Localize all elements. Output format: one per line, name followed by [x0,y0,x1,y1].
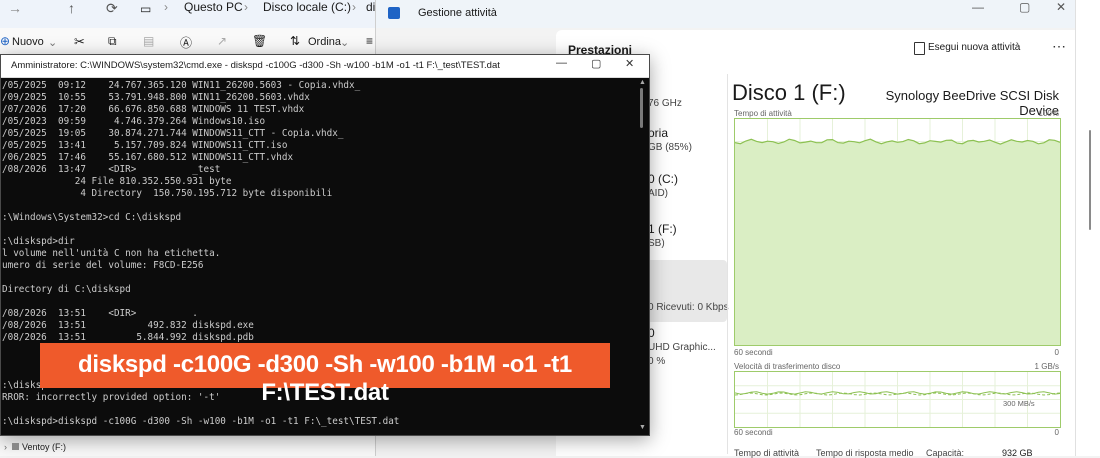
run-task-icon [914,42,925,55]
minimize-icon[interactable]: — [556,57,567,69]
perf-item-cpu-detail[interactable]: 76 GHz [648,98,682,109]
cmd-line: /05/2025 19:05 30.874.271.744 WINDOWS11_… [2,128,344,139]
transfer-graph-mid: 300 MB/s [1003,399,1035,408]
cmd-line: l volume nell'unità C non ha etichetta. [2,248,221,259]
transfer-graph-max: 1 GB/s [1034,362,1059,371]
command-banner: diskspd -c100G -d300 -Sh -w100 -b1M -o1 … [40,343,610,406]
perf-item-gpu-detail: UHD Graphic... [648,342,716,353]
new-button[interactable]: Nuovo [12,36,44,48]
stat-capacity-value: 932 GB [1002,448,1033,458]
task-manager-logo-icon [388,7,400,19]
breadcrumb-separator-icon: › [164,0,168,14]
cmd-line: /08/2026 13:51 492.832 diskspd.exe [2,320,254,331]
cmd-line: /08/2026 13:51 <DIR> . [2,308,198,319]
cmd-line: 24 File 810.352.550.931 byte [2,176,232,187]
perf-item-disk1-detail: SB) [648,238,665,249]
perf-item-memory-detail: GB (85%) [648,142,692,153]
perf-item-gpu-usage: 0 % [648,356,666,367]
breadcrumb-separator-icon: › [352,0,356,14]
cmd-line: :\Windows\System32>cd C:\diskspd [2,212,182,223]
run-new-task-button[interactable]: Esegui nuova attività [914,42,1021,55]
maximize-icon[interactable]: ▢ [591,57,601,70]
copy-icon[interactable]: ⧉ [108,34,117,49]
cmd-line: /05/2025 09:12 24.767.365.120 WIN11_2620… [2,80,361,91]
breadcrumb-item[interactable]: di [366,0,375,14]
cut-icon[interactable]: ✂ [74,34,85,50]
chevron-down-icon: ⌄ [48,37,58,49]
cmd-window-title: Amministratore: C:\WINDOWS\system32\cmd.… [11,60,500,71]
cmd-line: /06/2025 17:46 55.167.680.512 WINDOWS11_… [2,152,294,163]
transfer-graph: 300 MB/s [734,371,1061,428]
forward-arrow-icon[interactable]: → [8,0,22,16]
rename-icon[interactable]: Ⓐ [180,34,192,51]
sort-icon[interactable]: ⇅ [290,34,300,48]
cmd-line: /08/2026 13:47 <DIR> _test [2,164,221,175]
disk-title: Disco 1 (F:) [732,80,846,105]
scroll-down-icon[interactable]: ▼ [639,424,646,431]
breadcrumb-item[interactable]: Questo PC [184,0,243,14]
minimize-icon[interactable]: — [972,0,984,14]
cmd-titlebar: Amministratore: C:\WINDOWS\system32\cmd.… [1,55,649,78]
activity-graph-label: Tempo di attività [734,109,792,118]
paste-icon[interactable]: ▤ [143,34,154,48]
activity-graph-time-right: 0 [1054,348,1059,357]
activity-area [735,139,1060,345]
cmd-line: :\diskspd>dir [2,236,75,247]
window-title: Gestione attività [418,7,497,19]
right-scrollbar[interactable] [1075,0,1100,456]
share-icon[interactable]: ↗ [217,34,227,48]
view-icon[interactable]: ≡ [366,34,373,48]
refresh-icon[interactable]: ⟳ [106,0,118,17]
cmd-line: :\diskspd>diskspd -c100G -d300 -Sh -w100… [2,416,400,427]
cmd-line: 4 Directory 150.750.195.712 byte disponi… [2,188,333,199]
cmd-line: Directory di C:\diskspd [2,284,131,295]
transfer-graph-time-left: 60 secondi [734,428,773,437]
cmd-line: /07/2026 17:20 66.676.850.688 WINDOWS 11… [2,104,305,115]
perf-item-memory[interactable]: oria [648,126,668,140]
cmd-line: umero di serie del volume: F8CD-E256 [2,260,204,271]
perf-item-disk0[interactable]: 0 (C:) [648,172,678,186]
breadcrumb-item[interactable]: Disco locale (C:) [263,0,351,14]
drive-icon [12,443,19,450]
activity-graph [734,118,1061,346]
command-banner-text: diskspd -c100G -d300 -Sh -w100 -b1M -o1 … [78,351,572,406]
new-icon[interactable]: ⊕ [0,34,10,48]
more-options-icon[interactable]: ⋯ [1052,38,1066,55]
monitor-icon: ▭ [140,2,152,16]
cmd-line: /09/2025 10:55 53.791.948.800 WIN11_2620… [2,92,310,103]
ventoy-drive-label: Ventoy (F:) [22,442,67,452]
close-icon[interactable]: ✕ [1056,0,1066,14]
cmd-scrollbar[interactable]: ▲ ▼ [637,78,648,434]
explorer-sidebar-ventoy[interactable]: › Ventoy (F:) [0,440,200,456]
cmd-line: /05/2023 09:59 4.746.379.264 Windows10.i… [2,116,266,127]
close-icon[interactable]: ✕ [625,57,634,70]
panel-divider [727,74,728,454]
cmd-scrollbar-thumb[interactable] [640,88,643,128]
chevron-down-icon: ⌄ [340,37,350,49]
stat-capacity-label: Capacità: [926,448,965,458]
stat-activity-label: Tempo di attività [734,448,800,458]
up-arrow-icon[interactable]: ↑ [68,0,75,16]
perf-item-network-detail[interactable]: 0 Ricevuti: 0 Kbps [648,302,729,313]
breadcrumb-separator-icon: › [244,0,248,14]
activity-graph-time-left: 60 secondi [734,348,773,357]
maximize-icon[interactable]: ▢ [1019,0,1030,14]
activity-graph-max: 100% [1038,109,1059,118]
explorer-address-bar[interactable]: → ↑ ⟳ ▭ › Questo PC › Disco locale (C:) … [0,0,380,28]
scroll-up-icon[interactable]: ▲ [639,79,646,86]
stat-response-label: Tempo di risposta medio [816,448,914,458]
transfer-graph-label: Velocità di trasferimento disco [734,362,841,371]
run-new-task-label: Esegui nuova attività [928,42,1021,53]
scrollbar-thumb[interactable] [1089,130,1091,230]
activity-graph-svg [735,119,1060,345]
task-manager-titlebar: Gestione attività — ▢ ✕ [376,0,1076,28]
perf-item-disk1[interactable]: 1 (F:) [648,222,677,236]
delete-icon[interactable]: 🗑 [252,34,267,48]
sort-button[interactable]: Ordina [308,36,341,48]
perf-item-disk0-detail: AID) [648,188,668,199]
chevron-right-icon[interactable]: › [4,442,7,452]
cmd-line: /05/2025 13:41 5.157.709.824 WINDOWS11_C… [2,140,288,151]
transfer-graph-time-right: 0 [1054,428,1059,437]
